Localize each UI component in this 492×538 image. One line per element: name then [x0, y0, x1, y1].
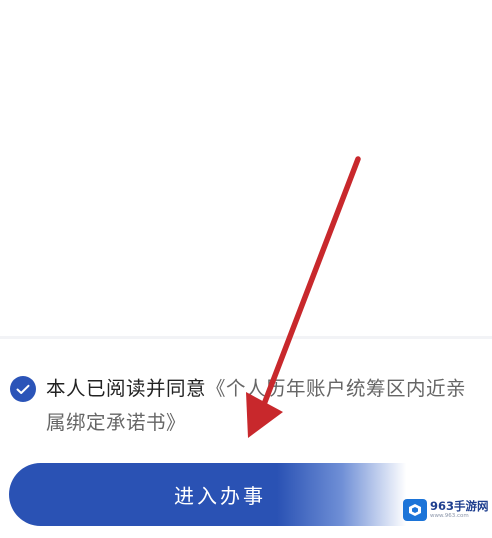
watermark-name: 963手游网	[430, 498, 489, 513]
checkmark-icon	[16, 384, 30, 394]
content-area	[0, 0, 492, 338]
watermark-logo-icon	[403, 499, 427, 521]
agreement-text: 本人已阅读并同意《个人历年账户统筹区内近亲属绑定承诺书》	[46, 372, 480, 440]
agreement-prefix: 本人已阅读并同意	[46, 377, 207, 400]
content-divider	[0, 336, 492, 339]
watermark: 963手游网 www.963.com	[403, 497, 489, 523]
watermark-text: 963手游网 www.963.com	[430, 498, 489, 520]
enter-service-button-label: 进入办事	[174, 484, 266, 508]
enter-service-button[interactable]: 进入办事	[9, 463, 471, 526]
agreement-checkbox[interactable]	[10, 376, 36, 402]
watermark-domain: www.963.com	[430, 513, 469, 519]
